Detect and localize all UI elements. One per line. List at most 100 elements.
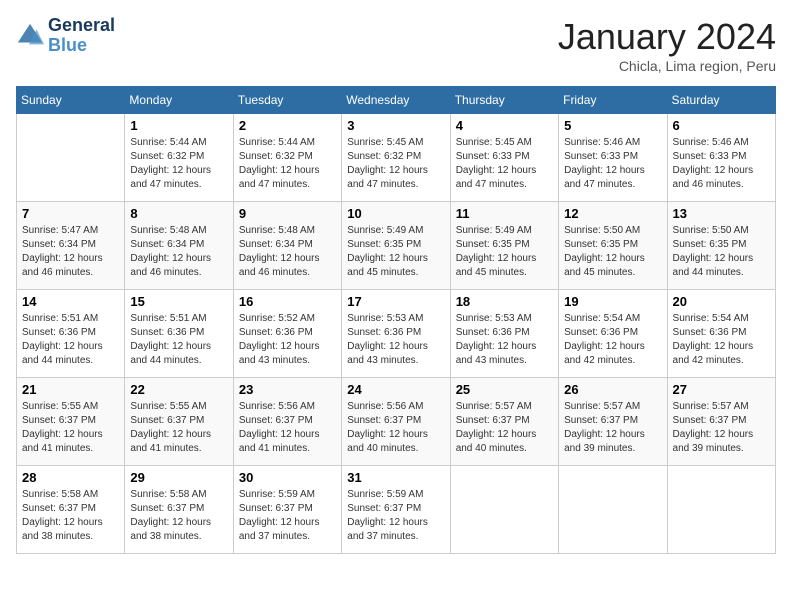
day-info: Sunrise: 5:56 AMSunset: 6:37 PMDaylight:… [347, 400, 444, 456]
calendar-cell: 3 Sunrise: 5:45 AMSunset: 6:32 PMDaylight… [342, 114, 450, 202]
day-number: 11 [456, 206, 553, 221]
day-info: Sunrise: 5:46 AMSunset: 6:33 PMDaylight:… [673, 136, 770, 192]
calendar-cell: 17 Sunrise: 5:53 AMSunset: 6:36 PMDayligh… [342, 290, 450, 378]
calendar-cell [17, 114, 125, 202]
day-number: 30 [239, 470, 336, 485]
calendar-cell: 18Sunrise: 5:53 AMSunset: 6:36 PMDayligh… [450, 290, 558, 378]
calendar-cell: 24 Sunrise: 5:56 AMSunset: 6:37 PMDayligh… [342, 378, 450, 466]
day-info: Sunrise: 5:50 AMSunset: 6:35 PMDaylight:… [564, 224, 661, 280]
calendar-cell: 11 Sunrise: 5:49 AMSunset: 6:35 PMDayligh… [450, 202, 558, 290]
calendar-cell: 19 Sunrise: 5:54 AMSunset: 6:36 PMDayligh… [559, 290, 667, 378]
calendar-cell [667, 466, 775, 554]
day-info: Sunrise: 5:45 AMSunset: 6:33 PMDaylight:… [456, 136, 553, 192]
calendar-cell: 5 Sunrise: 5:46 AMSunset: 6:33 PMDaylight… [559, 114, 667, 202]
calendar-cell: 9 Sunrise: 5:48 AMSunset: 6:34 PMDaylight… [233, 202, 341, 290]
day-number: 14 [22, 294, 119, 309]
logo: General Blue [16, 16, 115, 56]
day-number: 4 [456, 118, 553, 133]
day-info: Sunrise: 5:51 AMSunset: 6:36 PMDaylight:… [130, 312, 227, 368]
logo-line1: General [48, 16, 115, 36]
col-header-friday: Friday [559, 87, 667, 114]
day-info: Sunrise: 5:44 AMSunset: 6:32 PMDaylight:… [130, 136, 227, 192]
calendar-cell: 14 Sunrise: 5:51 AMSunset: 6:36 PMDayligh… [17, 290, 125, 378]
day-info: Sunrise: 5:48 AMSunset: 6:34 PMDaylight:… [239, 224, 336, 280]
day-info: Sunrise: 5:54 AMSunset: 6:36 PMDaylight:… [564, 312, 661, 368]
day-number: 22 [130, 382, 227, 397]
day-number: 5 [564, 118, 661, 133]
calendar-cell: 7 Sunrise: 5:47 AMSunset: 6:34 PMDaylight… [17, 202, 125, 290]
calendar-cell: 12Sunrise: 5:50 AMSunset: 6:35 PMDayligh… [559, 202, 667, 290]
calendar-cell: 13Sunrise: 5:50 AMSunset: 6:35 PMDayligh… [667, 202, 775, 290]
day-info: Sunrise: 5:54 AMSunset: 6:36 PMDaylight:… [673, 312, 770, 368]
col-header-sunday: Sunday [17, 87, 125, 114]
calendar-cell: 15Sunrise: 5:51 AMSunset: 6:36 PMDayligh… [125, 290, 233, 378]
day-info: Sunrise: 5:49 AMSunset: 6:35 PMDaylight:… [456, 224, 553, 280]
day-info: Sunrise: 5:48 AMSunset: 6:34 PMDaylight:… [130, 224, 227, 280]
day-info: Sunrise: 5:57 AMSunset: 6:37 PMDaylight:… [673, 400, 770, 456]
day-number: 19 [564, 294, 661, 309]
day-number: 6 [673, 118, 770, 133]
calendar-cell: 16 Sunrise: 5:52 AMSunset: 6:36 PMDayligh… [233, 290, 341, 378]
day-info: Sunrise: 5:46 AMSunset: 6:33 PMDaylight:… [564, 136, 661, 192]
calendar-cell [450, 466, 558, 554]
day-number: 27 [673, 382, 770, 397]
day-number: 20 [673, 294, 770, 309]
day-info: Sunrise: 5:47 AMSunset: 6:34 PMDaylight:… [22, 224, 119, 280]
col-header-wednesday: Wednesday [342, 87, 450, 114]
page-header: General Blue January 2024 Chicla, Lima r… [16, 16, 776, 74]
day-info: Sunrise: 5:53 AMSunset: 6:36 PMDaylight:… [456, 312, 553, 368]
month-title: January 2024 [558, 16, 776, 58]
day-info: Sunrise: 5:51 AMSunset: 6:36 PMDaylight:… [22, 312, 119, 368]
day-info: Sunrise: 5:55 AMSunset: 6:37 PMDaylight:… [130, 400, 227, 456]
day-number: 16 [239, 294, 336, 309]
calendar-cell: 10 Sunrise: 5:49 AMSunset: 6:35 PMDayligh… [342, 202, 450, 290]
day-number: 23 [239, 382, 336, 397]
day-info: Sunrise: 5:58 AMSunset: 6:37 PMDaylight:… [22, 488, 119, 544]
day-number: 3 [347, 118, 444, 133]
calendar-cell: 8 Sunrise: 5:48 AMSunset: 6:34 PMDaylight… [125, 202, 233, 290]
day-number: 10 [347, 206, 444, 221]
subtitle: Chicla, Lima region, Peru [558, 58, 776, 74]
day-number: 31 [347, 470, 444, 485]
calendar-cell: 2Sunrise: 5:44 AMSunset: 6:32 PMDaylight… [233, 114, 341, 202]
day-info: Sunrise: 5:58 AMSunset: 6:37 PMDaylight:… [130, 488, 227, 544]
day-number: 24 [347, 382, 444, 397]
day-info: Sunrise: 5:45 AMSunset: 6:32 PMDaylight:… [347, 136, 444, 192]
calendar-cell: 21 Sunrise: 5:55 AMSunset: 6:37 PMDayligh… [17, 378, 125, 466]
day-number: 1 [130, 118, 227, 133]
calendar-cell: 30 Sunrise: 5:59 AMSunset: 6:37 PMDayligh… [233, 466, 341, 554]
col-header-thursday: Thursday [450, 87, 558, 114]
day-info: Sunrise: 5:59 AMSunset: 6:37 PMDaylight:… [347, 488, 444, 544]
calendar-cell: 4 Sunrise: 5:45 AMSunset: 6:33 PMDaylight… [450, 114, 558, 202]
day-number: 13 [673, 206, 770, 221]
day-number: 9 [239, 206, 336, 221]
day-info: Sunrise: 5:56 AMSunset: 6:37 PMDaylight:… [239, 400, 336, 456]
day-info: Sunrise: 5:55 AMSunset: 6:37 PMDaylight:… [22, 400, 119, 456]
day-info: Sunrise: 5:49 AMSunset: 6:35 PMDaylight:… [347, 224, 444, 280]
col-header-saturday: Saturday [667, 87, 775, 114]
calendar-cell: 27 Sunrise: 5:57 AMSunset: 6:37 PMDayligh… [667, 378, 775, 466]
calendar-table: SundayMondayTuesdayWednesdayThursdayFrid… [16, 86, 776, 554]
day-number: 8 [130, 206, 227, 221]
day-number: 26 [564, 382, 661, 397]
calendar-cell: 29Sunrise: 5:58 AMSunset: 6:37 PMDayligh… [125, 466, 233, 554]
title-area: January 2024 Chicla, Lima region, Peru [558, 16, 776, 74]
calendar-cell: 6 Sunrise: 5:46 AMSunset: 6:33 PMDaylight… [667, 114, 775, 202]
day-info: Sunrise: 5:59 AMSunset: 6:37 PMDaylight:… [239, 488, 336, 544]
day-number: 17 [347, 294, 444, 309]
calendar-cell: 22 Sunrise: 5:55 AMSunset: 6:37 PMDayligh… [125, 378, 233, 466]
day-number: 7 [22, 206, 119, 221]
day-info: Sunrise: 5:52 AMSunset: 6:36 PMDaylight:… [239, 312, 336, 368]
calendar-cell [559, 466, 667, 554]
calendar-cell: 1 Sunrise: 5:44 AMSunset: 6:32 PMDaylight… [125, 114, 233, 202]
calendar-cell: 31 Sunrise: 5:59 AMSunset: 6:37 PMDayligh… [342, 466, 450, 554]
day-number: 25 [456, 382, 553, 397]
day-info: Sunrise: 5:53 AMSunset: 6:36 PMDaylight:… [347, 312, 444, 368]
day-info: Sunrise: 5:57 AMSunset: 6:37 PMDaylight:… [456, 400, 553, 456]
day-number: 21 [22, 382, 119, 397]
calendar-cell: 20 Sunrise: 5:54 AMSunset: 6:36 PMDayligh… [667, 290, 775, 378]
calendar-cell: 23 Sunrise: 5:56 AMSunset: 6:37 PMDayligh… [233, 378, 341, 466]
calendar-cell: 25 Sunrise: 5:57 AMSunset: 6:37 PMDayligh… [450, 378, 558, 466]
day-info: Sunrise: 5:57 AMSunset: 6:37 PMDaylight:… [564, 400, 661, 456]
logo-line2: Blue [48, 36, 115, 56]
